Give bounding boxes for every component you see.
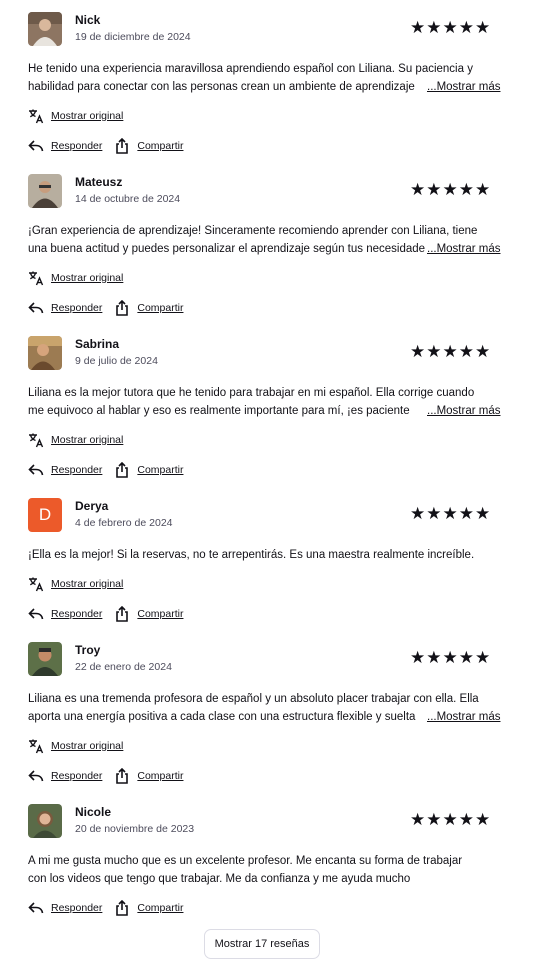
review-actions: Responder Compartir xyxy=(28,299,183,317)
share-button[interactable]: Compartir xyxy=(137,608,183,620)
share-button[interactable]: Compartir xyxy=(137,902,183,914)
review-actions: Responder Compartir xyxy=(28,461,183,479)
show-more-link[interactable]: ...Mostrar más xyxy=(425,78,501,96)
review-actions: Responder Compartir xyxy=(28,137,183,155)
review-text-line: ¡Gran experiencia de aprendizaje! Sincer… xyxy=(28,225,478,237)
reply-button[interactable]: Responder xyxy=(51,302,102,314)
star-rating: ★★★★★ xyxy=(410,342,492,361)
show-original-link[interactable]: Mostrar original xyxy=(28,432,123,448)
reply-icon xyxy=(28,608,44,620)
reply-icon xyxy=(28,770,44,782)
reviewer-name: Troy xyxy=(75,643,101,657)
review-actions: Responder Compartir xyxy=(28,605,183,623)
review-text-line: He tenido una experiencia maravillosa ap… xyxy=(28,63,473,75)
show-original-link[interactable]: Mostrar original xyxy=(28,108,123,124)
show-original-label: Mostrar original xyxy=(51,740,124,752)
avatar: D xyxy=(28,498,62,532)
star-rating: ★★★★★ xyxy=(410,504,492,523)
reviewer-name: Nick xyxy=(75,13,101,27)
reply-button[interactable]: Responder xyxy=(51,608,102,620)
review-text: ¡Ella es la mejor! Si la reservas, no te… xyxy=(28,546,501,564)
star-rating: ★★★★★ xyxy=(410,810,492,829)
reply-button[interactable]: Responder xyxy=(51,902,102,914)
review-text-line: A mi me gusta mucho que es un excelente … xyxy=(28,855,463,867)
show-original-link[interactable]: Mostrar original xyxy=(28,270,123,286)
avatar xyxy=(28,336,62,370)
share-button[interactable]: Compartir xyxy=(137,770,183,782)
translate-icon xyxy=(29,739,44,754)
reply-icon xyxy=(28,140,44,152)
review-text-line: Liliana es la mejor tutora que he tenido… xyxy=(28,387,475,399)
show-all-reviews-button[interactable]: Mostrar 17 reseñas xyxy=(204,929,320,959)
review-text: A mi me gusta mucho que es un excelente … xyxy=(28,852,501,888)
translate-icon xyxy=(29,577,44,592)
reply-icon xyxy=(28,302,44,314)
share-icon xyxy=(116,900,129,916)
review-text-line: una buena actitud y puedes personalizar … xyxy=(28,243,426,255)
review-text-line: aporta una energía positiva a cada clase… xyxy=(28,711,416,723)
review-date: 19 de diciembre de 2024 xyxy=(75,31,191,43)
avatar xyxy=(28,804,62,838)
review-text-line: con los videos que tengo que trabajar. M… xyxy=(28,873,411,885)
review-date: 20 de noviembre de 2023 xyxy=(75,823,195,835)
share-icon xyxy=(116,300,129,316)
reply-button[interactable]: Responder xyxy=(51,140,102,152)
review-actions: Responder Compartir xyxy=(28,899,183,917)
show-original-link[interactable]: Mostrar original xyxy=(28,738,123,754)
review-date: 14 de octubre de 2024 xyxy=(75,193,181,205)
reviewer-name: Mateusz xyxy=(75,175,123,189)
review-text-line: habilidad para conectar con las personas… xyxy=(28,81,415,93)
share-button[interactable]: Compartir xyxy=(137,302,183,314)
review-text-line: ¡Ella es la mejor! Si la reservas, no te… xyxy=(28,549,475,561)
review-actions: Responder Compartir xyxy=(28,767,183,785)
reply-icon xyxy=(28,902,44,914)
avatar xyxy=(28,642,62,676)
translate-icon xyxy=(29,109,44,124)
reply-button[interactable]: Responder xyxy=(51,464,102,476)
share-button[interactable]: Compartir xyxy=(137,140,183,152)
share-icon xyxy=(116,768,129,784)
show-original-label: Mostrar original xyxy=(51,272,124,284)
translate-icon xyxy=(29,433,44,448)
show-original-label: Mostrar original xyxy=(51,110,124,122)
reviewer-name: Nicole xyxy=(75,805,112,819)
share-button[interactable]: Compartir xyxy=(137,464,183,476)
show-original-link[interactable]: Mostrar original xyxy=(28,576,123,592)
share-icon xyxy=(116,138,129,154)
show-more-link[interactable]: ...Mostrar más xyxy=(425,402,501,420)
review-date: 4 de febrero de 2024 xyxy=(75,517,173,529)
review-text-line: Liliana es una tremenda profesora de esp… xyxy=(28,693,479,705)
show-more-link[interactable]: ...Mostrar más xyxy=(425,240,501,258)
review-date: 22 de enero de 2024 xyxy=(75,661,172,673)
star-rating: ★★★★★ xyxy=(410,648,492,667)
show-original-label: Mostrar original xyxy=(51,578,124,590)
review-text-line: me equivoco al hablar y eso es realmente… xyxy=(28,405,410,417)
review-date: 9 de julio de 2024 xyxy=(75,355,158,367)
star-rating: ★★★★★ xyxy=(410,180,492,199)
show-original-label: Mostrar original xyxy=(51,434,124,446)
avatar xyxy=(28,174,62,208)
share-icon xyxy=(116,462,129,478)
translate-icon xyxy=(29,271,44,286)
reply-button[interactable]: Responder xyxy=(51,770,102,782)
reply-icon xyxy=(28,464,44,476)
avatar xyxy=(28,12,62,46)
reviewer-name: Sabrina xyxy=(75,337,120,351)
reviewer-name: Derya xyxy=(75,499,109,513)
star-rating: ★★★★★ xyxy=(410,18,492,37)
share-icon xyxy=(116,606,129,622)
show-more-link[interactable]: ...Mostrar más xyxy=(425,708,501,726)
